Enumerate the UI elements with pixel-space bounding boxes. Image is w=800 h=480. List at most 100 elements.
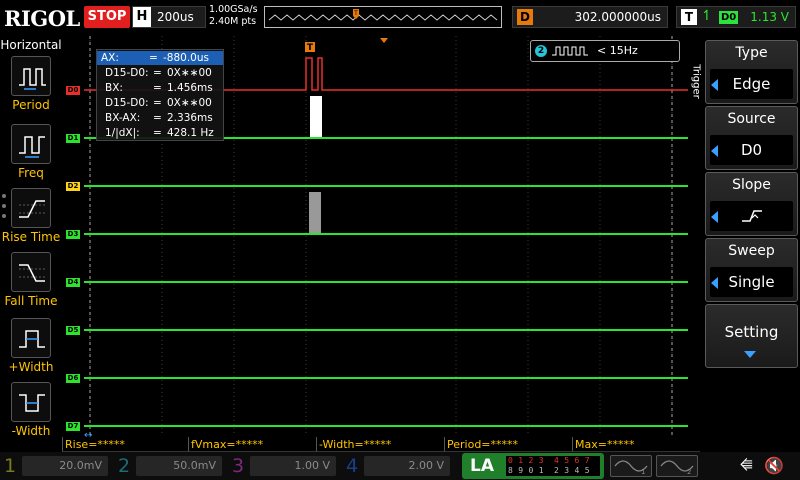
channel-number: 2 — [118, 455, 131, 477]
menu-title: Sweep — [728, 243, 775, 259]
menu-title: Type — [735, 45, 768, 61]
cursor-row: AX: = -880.0us — [97, 51, 223, 65]
top-status-bar: RIGOL STOP H 200us 1.00GSa/s 2.40M pts T… — [0, 0, 800, 36]
positive-width-icon — [11, 318, 51, 358]
trigger-setting-button[interactable]: Setting — [705, 304, 798, 368]
measurement-item[interactable]: Max=***** — [572, 437, 700, 452]
usb-icon: ⭅ — [740, 458, 753, 474]
trigger-status-box[interactable]: T ↿ D0 1.13 V — [676, 6, 796, 28]
measure-rise-time[interactable]: Rise Time — [0, 188, 62, 248]
channel-tag-d7[interactable]: D7 — [66, 422, 80, 431]
menu-value: Single — [710, 267, 793, 297]
generator-2-button[interactable]: 2 — [656, 455, 698, 477]
channel-1-box[interactable]: 1 20.0mV — [2, 454, 112, 478]
channel-2-box[interactable]: 2 50.0mV — [116, 454, 226, 478]
rise-time-icon — [11, 188, 51, 228]
speaker-muted-icon[interactable]: 🔇 — [764, 456, 784, 475]
period-icon — [11, 56, 51, 96]
measurement-strip: Rise=***** fVmax=***** -Width=***** Peri… — [62, 437, 700, 452]
channel-tag-d5[interactable]: D5 — [66, 326, 80, 335]
trigger-sweep-button[interactable]: Sweep Single — [705, 238, 798, 302]
run-stop-button[interactable]: STOP — [84, 6, 130, 28]
measure-freq[interactable]: Freq — [0, 124, 62, 184]
channel-number: 4 — [346, 455, 359, 477]
memory-position-bar[interactable]: T — [264, 6, 502, 28]
channel-tag-d6[interactable]: D6 — [66, 374, 80, 383]
channel-tag-d0[interactable]: D0 — [66, 86, 80, 95]
sample-rate: 1.00GSa/s — [209, 4, 258, 15]
menu-value — [710, 201, 793, 231]
channel-number: 3 — [232, 455, 245, 477]
menu-title: Slope — [732, 177, 771, 193]
trigger-menu: Trigger Type Edge Source D0 Slope Sweep … — [688, 36, 800, 440]
waveform-display[interactable]: T ↔ D0 D1 D2 D3 D4 D5 D6 D7 AX: = -880.0… — [62, 36, 688, 440]
channel-number: 1 — [4, 455, 17, 477]
channel-tag-d2[interactable]: D2 — [66, 182, 80, 191]
cursor-row: BX: = 1.456ms — [105, 82, 213, 94]
channel-scale: 20.0mV — [22, 456, 108, 476]
channel-status-bar: 1 20.0mV 2 50.0mV 3 1.00 V 4 2.00 V LA 0… — [0, 452, 800, 480]
measurement-item[interactable]: -Width=***** — [316, 437, 444, 452]
measure-label: Freq — [18, 166, 44, 180]
sine-wave-icon: 1 — [614, 460, 648, 476]
delay-value: 302.000000us — [574, 10, 661, 24]
la-label: LA — [470, 456, 494, 476]
cursor-row: D15-D0: = 0X∗∗00 — [105, 67, 212, 79]
menu-value: D0 — [710, 135, 793, 165]
measurement-item[interactable]: Rise=***** — [62, 437, 188, 452]
svg-text:1: 1 — [641, 468, 645, 476]
svg-text:2: 2 — [687, 468, 691, 476]
negative-width-icon — [11, 382, 51, 422]
square-wave-icon — [552, 46, 588, 56]
measure-negative-width[interactable]: -Width — [0, 382, 62, 442]
menu-title: Setting — [724, 323, 779, 341]
counter-value: < 15Hz — [597, 44, 638, 57]
channel-scale: 2.00 V — [364, 456, 450, 476]
trigger-type-button[interactable]: Type Edge — [705, 40, 798, 104]
trigger-slope-button[interactable]: Slope — [705, 172, 798, 236]
cursor-row: BX-AX: = 2.336ms — [105, 112, 213, 124]
rising-edge-icon — [741, 210, 762, 222]
horizontal-measure-panel: Horizontal Period Freq Rise Time Fall Ti… — [0, 36, 62, 440]
memory-depth: 2.40M pts — [209, 16, 257, 27]
counter-channel: 2 — [535, 45, 547, 57]
generator-1-button[interactable]: 1 — [610, 455, 652, 477]
trigger-source-button[interactable]: Source D0 — [705, 106, 798, 170]
channel-3-box[interactable]: 3 1.00 V — [230, 454, 340, 478]
fall-time-icon — [11, 252, 51, 292]
down-arrow-icon — [744, 351, 756, 358]
svg-text:T: T — [307, 43, 314, 53]
timebase-value: 200us — [157, 10, 194, 24]
measurement-item[interactable]: fVmax=***** — [188, 437, 316, 452]
left-arrow-icon — [711, 145, 718, 157]
left-arrow-icon — [711, 79, 718, 91]
measurement-item[interactable]: Period=***** — [444, 437, 572, 452]
rising-edge-icon: ↿ — [701, 8, 713, 24]
measure-period[interactable]: Period — [0, 56, 62, 116]
channel-tag-d3[interactable]: D3 — [66, 230, 80, 239]
delay-box[interactable]: D 302.000000us — [512, 6, 668, 28]
frequency-counter[interactable]: 2 < 15Hz — [530, 40, 680, 62]
measure-positive-width[interactable]: +Width — [0, 318, 62, 378]
left-arrow-icon — [711, 211, 718, 223]
measure-fall-time[interactable]: Fall Time — [0, 252, 62, 312]
acquisition-info: 1.00GSa/s 2.40M pts — [209, 4, 258, 28]
measure-label: -Width — [11, 424, 51, 438]
menu-title: Source — [727, 111, 776, 127]
channel-tag-d4[interactable]: D4 — [66, 278, 80, 287]
trigger-source: D0 — [719, 11, 739, 24]
delay-label: D — [517, 9, 533, 25]
timebase-box[interactable]: H 200us — [132, 6, 206, 28]
trigger-marker: T — [305, 42, 315, 53]
channel-tag-d1[interactable]: D1 — [66, 134, 80, 143]
d1-burst — [310, 96, 322, 138]
brand-logo: RIGOL — [4, 6, 80, 31]
measure-label: Period — [12, 98, 50, 112]
cursor-readout-panel: AX: = -880.0us D15-D0: = 0X∗∗00 BX: = 1.456ms … — [96, 49, 224, 141]
logic-analyzer-box[interactable]: LA 0 1 2 3 4 5 6 78 9 0 1 2 3 4 5 — [462, 453, 604, 479]
channel-4-box[interactable]: 4 2.00 V — [344, 454, 454, 478]
channel-scale: 1.00 V — [250, 456, 336, 476]
waveform-overview-icon: T — [268, 9, 498, 21]
cursor-row: D15-D0: = 0X∗∗00 — [105, 97, 212, 109]
trigger-level: 1.13 V — [750, 10, 789, 24]
